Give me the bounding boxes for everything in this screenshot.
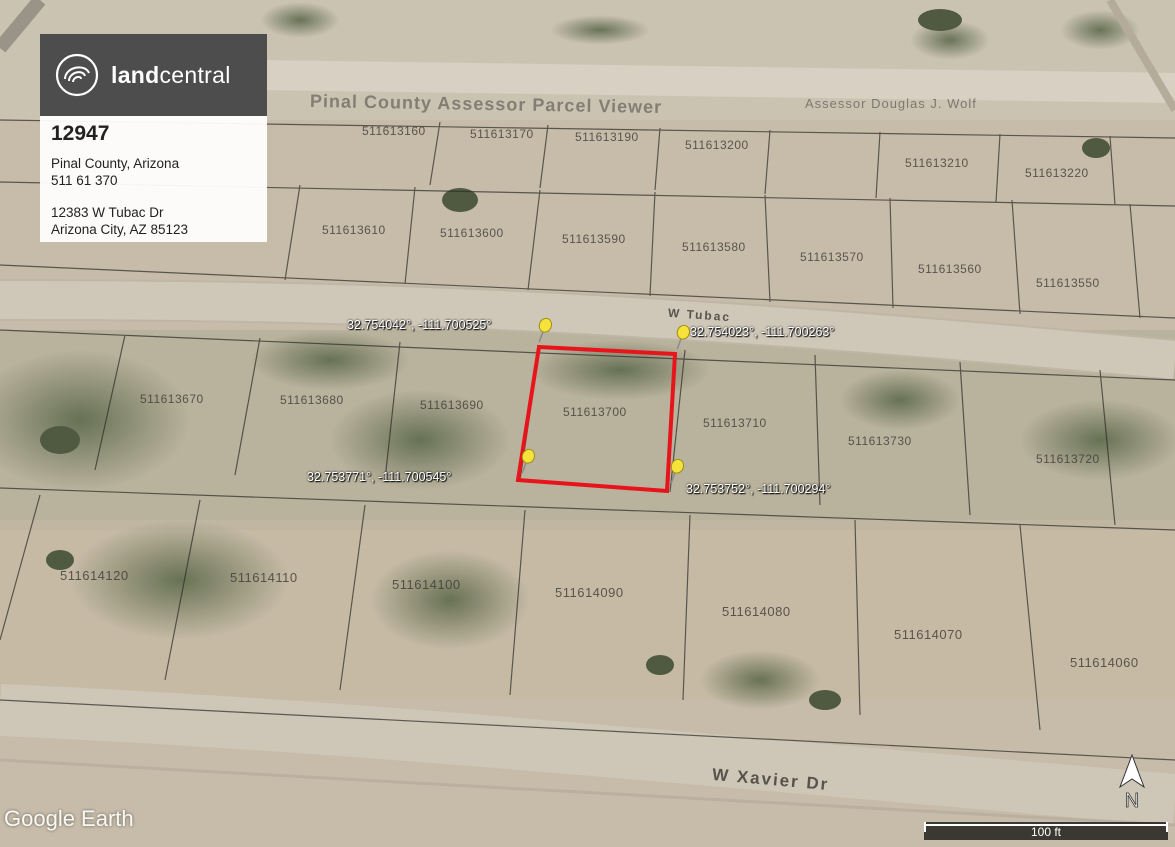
parcel-label: 511614090 <box>555 585 624 600</box>
property-details: 12947 Pinal County, Arizona 511 61 370 1… <box>40 116 267 242</box>
parcel-label: 511614120 <box>60 568 129 583</box>
brand-header: landcentral <box>40 34 267 116</box>
property-apn: 511 61 370 <box>51 173 118 188</box>
parcel-label: 511613190 <box>575 130 639 144</box>
corner-coordinate-sw: 32.753771°, -111.700545° <box>307 470 452 484</box>
parcel-label: 511613730 <box>848 434 912 448</box>
google-earth-logo: Google Earth <box>4 806 134 831</box>
parcel-label: 511614080 <box>722 604 791 619</box>
property-info-card: landcentral 12947 Pinal County, Arizona … <box>40 34 267 242</box>
parcel-label: 511614060 <box>1070 655 1139 670</box>
parcel-label: 511613580 <box>682 240 746 254</box>
parcel-label: 511614110 <box>230 570 298 585</box>
corner-coordinate-se: 32.753752°, -111.700294° <box>686 482 831 496</box>
north-label: N <box>1125 790 1139 811</box>
parcel-label: 511613690 <box>420 398 484 412</box>
parcel-label: 511614070 <box>894 627 963 642</box>
parcel-label: 511613720 <box>1036 452 1100 466</box>
landcentral-logo-icon <box>55 53 99 97</box>
property-address-line2: Arizona City, AZ 85123 <box>51 222 189 237</box>
parcel-label: 511613680 <box>280 393 344 407</box>
parcel-label: 511613210 <box>905 156 969 170</box>
parcel-label: 511613590 <box>562 232 626 246</box>
property-id: 12947 <box>51 122 110 145</box>
brand-name-bold: land <box>111 61 160 88</box>
parcel-label: 511613600 <box>440 226 504 240</box>
parcel-label: 511613170 <box>470 127 534 141</box>
brand-name: landcentral <box>111 62 231 89</box>
parcel-label: 511613160 <box>362 124 426 138</box>
parcel-label: 511613550 <box>1036 276 1100 290</box>
corner-coordinate-ne: 32.754023°, -111.700263° <box>690 325 835 339</box>
parcel-label: 511613570 <box>800 250 864 264</box>
property-address-line1: 12383 W Tubac Dr <box>51 205 164 220</box>
brand-name-light: central <box>159 61 231 88</box>
scale-bar: 100 ft <box>924 822 1168 840</box>
parcel-label: 511613560 <box>918 262 982 276</box>
parcel-label: 511613610 <box>322 223 386 237</box>
parcel-label: 511613710 <box>703 416 767 430</box>
corner-coordinate-nw: 32.754042°, -111.700525° <box>347 318 492 332</box>
parcel-label: 511613670 <box>140 392 204 406</box>
parcel-label: 511613200 <box>685 138 749 152</box>
north-arrow-icon[interactable]: N <box>1117 753 1147 811</box>
scale-label: 100 ft <box>1030 825 1062 839</box>
property-county: Pinal County, Arizona <box>51 156 180 171</box>
parcel-label: 511614100 <box>392 577 461 592</box>
parcel-label: 511613700 <box>563 405 627 419</box>
parcel-label: 511613220 <box>1025 166 1089 180</box>
parcel-viewer-assessor: Assessor Douglas J. Wolf <box>805 96 977 111</box>
